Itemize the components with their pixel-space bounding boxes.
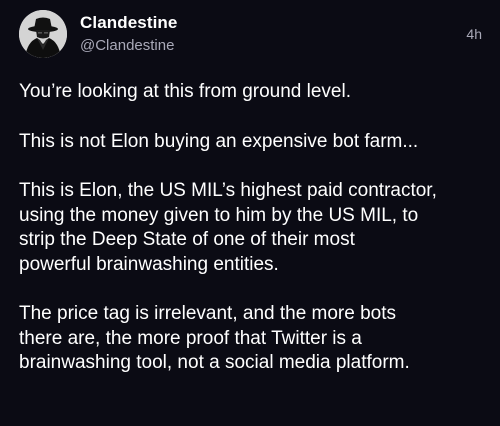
hooded-figure-avatar-icon [19,10,67,58]
user-handle[interactable]: @Clandestine [80,37,174,54]
post-paragraph-4: The price tag is irrelevant, and the mor… [19,303,410,373]
post-paragraph-1: You’re looking at this from ground level… [19,81,351,102]
post-body: You’re looking at this from ground level… [19,80,495,401]
display-name[interactable]: Clandestine [80,13,177,33]
post-timestamp[interactable]: 4h [466,26,482,42]
avatar[interactable] [19,10,67,58]
post-paragraph-3: This is Elon, the US MIL’s highest paid … [19,180,437,275]
post-card: Clandestine @Clandestine 4h You’re looki… [0,0,500,426]
post-paragraph-2: This is not Elon buying an expensive bot… [19,130,419,152]
